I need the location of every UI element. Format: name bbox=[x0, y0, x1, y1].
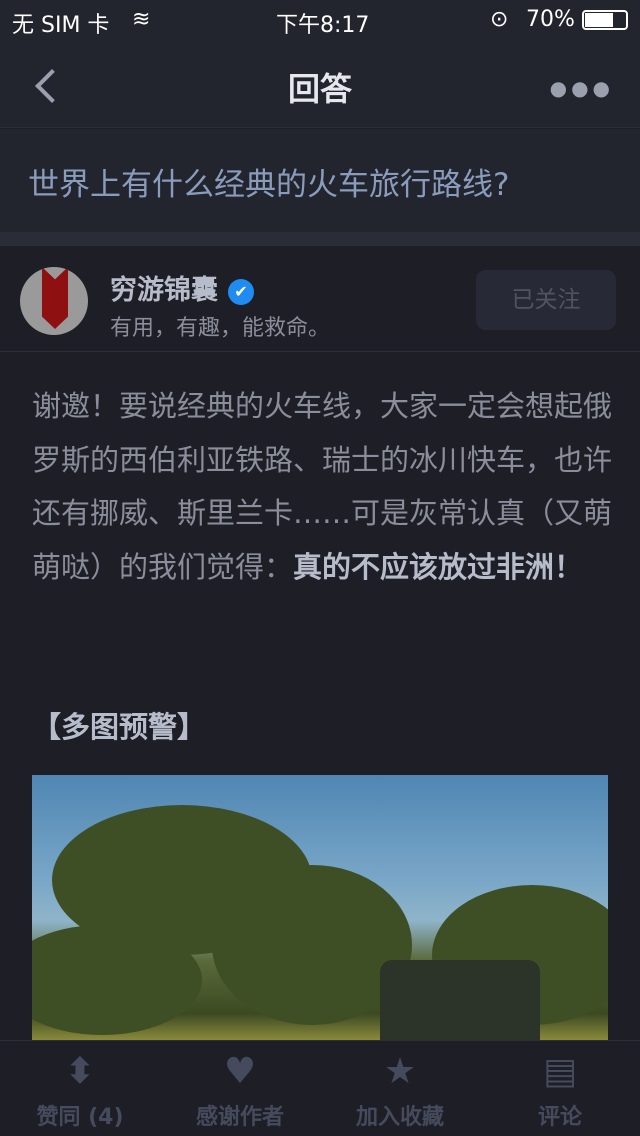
avatar[interactable] bbox=[20, 267, 88, 335]
author-row: 穷游锦囊 ✔ 有用，有趣，能救命。 已关注 bbox=[0, 246, 640, 352]
answer-image[interactable] bbox=[32, 775, 608, 1040]
carrier: 无 SIM 卡 bbox=[12, 13, 110, 38]
wifi-icon: ≋ bbox=[132, 7, 151, 32]
comment-label: 评论 bbox=[537, 1105, 582, 1130]
vote-label: 赞同 (4) bbox=[36, 1105, 124, 1130]
page-title: 回答 bbox=[287, 70, 352, 108]
more-icon[interactable]: ●●● bbox=[550, 76, 614, 100]
time: 下午8:17 bbox=[276, 13, 370, 38]
thank-label: 感谢作者 bbox=[195, 1105, 284, 1130]
star-icon: ★ bbox=[383, 1051, 417, 1092]
comment-icon: ▤ bbox=[542, 1051, 577, 1092]
verified-icon: ✔ bbox=[228, 279, 254, 305]
comment-button[interactable]: ▤ 评论 bbox=[480, 1041, 640, 1136]
bottom-toolbar: ⬍ 赞同 (4) ♥ 感谢作者 ★ 加入收藏 ▤ 评论 bbox=[0, 1040, 640, 1136]
divider bbox=[0, 232, 640, 246]
author-name[interactable]: 穷游锦囊 bbox=[110, 275, 218, 306]
thank-button[interactable]: ♥ 感谢作者 bbox=[160, 1041, 320, 1136]
author-name-row[interactable]: 穷游锦囊 ✔ bbox=[110, 268, 254, 307]
vote-icon: ⬍ bbox=[64, 1051, 96, 1092]
status-bar: 无 SIM 卡 ≋ 下午8:17 ⊙ 70% bbox=[0, 0, 640, 40]
answer-body: 谢邀！要说经典的火车线，大家一定会想起俄罗斯的西伯利亚铁路、瑞士的冰川快车，也许… bbox=[32, 380, 612, 594]
author-bio: 有用，有趣，能救命。 bbox=[110, 316, 331, 341]
follow-button[interactable]: 已关注 bbox=[476, 270, 616, 330]
answer-heading: 【多图预警】 bbox=[32, 710, 207, 744]
vote-button[interactable]: ⬍ 赞同 (4) bbox=[0, 1041, 160, 1136]
battery-percent: 70% bbox=[526, 7, 575, 32]
question-title[interactable]: 世界上有什么经典的火车旅行路线? bbox=[0, 129, 640, 232]
answer-bold-text: 真的不应该放过非洲！ bbox=[293, 549, 584, 584]
nav-bar: 回答 ●●● bbox=[0, 40, 640, 128]
favorite-button[interactable]: ★ 加入收藏 bbox=[320, 1041, 480, 1136]
rotation-lock-icon: ⊙ bbox=[490, 7, 509, 32]
heart-icon: ♥ bbox=[223, 1051, 257, 1092]
favorite-label: 加入收藏 bbox=[355, 1105, 444, 1130]
battery-icon bbox=[582, 10, 628, 30]
